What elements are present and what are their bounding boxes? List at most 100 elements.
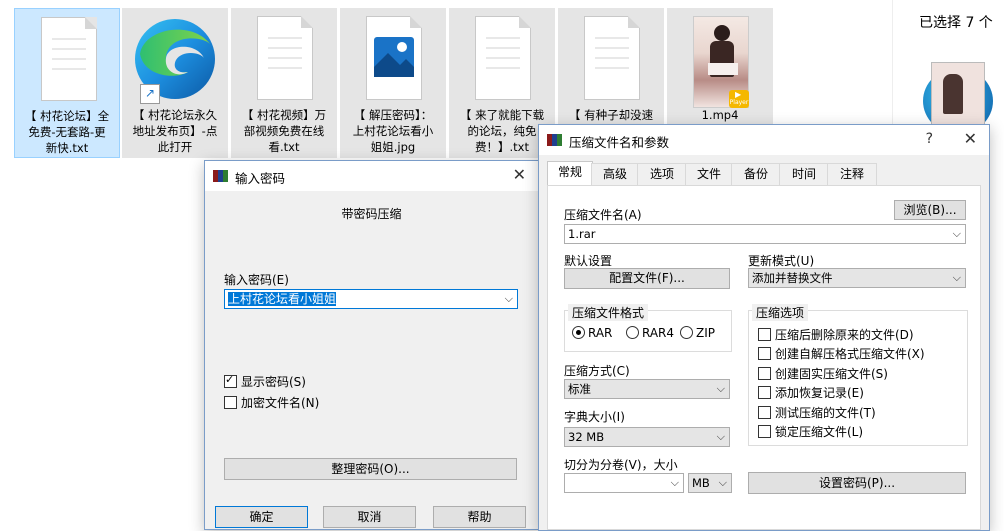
compression-method-label: 压缩方式(C) xyxy=(564,364,630,378)
image-file-icon xyxy=(358,14,428,104)
checkbox-unchecked xyxy=(758,425,771,438)
profiles-button[interactable]: 配置文件(F)... xyxy=(564,268,730,289)
encrypt-filenames-checkbox[interactable]: 加密文件名(N) xyxy=(224,394,319,411)
archive-format-title: 压缩文件格式 xyxy=(568,304,649,321)
archive-options-title: 压缩选项 xyxy=(752,304,809,321)
dictionary-size-value: 32 MB xyxy=(568,430,605,444)
chevron-down-icon[interactable]: ⌵ xyxy=(717,428,725,446)
file-name: 1.mp4 xyxy=(701,108,739,122)
file-item-jpg[interactable]: 【 解压密码】： 上村花论坛看小 姐姐.jpg xyxy=(340,8,446,158)
show-password-checkbox[interactable]: 显示密码(S) xyxy=(224,373,306,390)
option-delete-after[interactable]: 压缩后删除原来的文件(D) xyxy=(758,326,914,343)
option-solid[interactable]: 创建固实压缩文件(S) xyxy=(758,365,888,382)
file-name: 【 解压密码】： 上村花论坛看小 姐姐.jpg xyxy=(352,108,434,154)
checkbox-checked xyxy=(224,373,237,388)
update-mode-select[interactable]: 添加并替换文件 ⌵ xyxy=(748,268,966,288)
dialog-title: 输入密码 xyxy=(235,171,286,186)
split-unit-value: MB xyxy=(692,476,710,490)
chevron-down-icon[interactable]: ⌵ xyxy=(505,290,513,308)
winrar-icon xyxy=(547,133,563,147)
option-label: 创建自解压格式压缩文件(X) xyxy=(775,347,925,361)
close-icon[interactable]: ✕ xyxy=(964,129,977,148)
format-zip-label: ZIP xyxy=(696,326,715,340)
text-file-icon xyxy=(467,14,537,104)
option-label: 锁定压缩文件(L) xyxy=(775,425,864,439)
encrypt-filenames-label: 加密文件名(N) xyxy=(241,396,320,410)
checkbox-unchecked xyxy=(758,367,771,380)
update-mode-label: 更新模式(U) xyxy=(748,254,815,268)
text-file-icon xyxy=(249,14,319,104)
text-file-icon xyxy=(33,15,103,105)
archive-dialog-titlebar: 压缩文件名和参数 ? ✕ xyxy=(539,125,989,155)
format-rar-label: RAR xyxy=(588,326,613,340)
file-name: 【 有种子却没速 xyxy=(568,108,654,122)
dictionary-size-select[interactable]: 32 MB ⌵ xyxy=(564,427,730,447)
format-rar4-radio[interactable]: RAR4 xyxy=(626,326,674,340)
tab-options[interactable]: 选项 xyxy=(637,163,687,186)
option-label: 创建固实压缩文件(S) xyxy=(775,367,888,381)
option-label: 压缩后删除原来的文件(D) xyxy=(775,328,914,342)
player-badge-icon: ▶ Player xyxy=(729,90,749,108)
format-zip-radio[interactable]: ZIP xyxy=(680,326,715,340)
format-rar-radio[interactable]: RAR xyxy=(572,326,612,340)
archive-dialog: 压缩文件名和参数 ? ✕ 常规 高级 选项 文件 备份 时间 注释 压缩文件名(… xyxy=(538,124,990,531)
checkbox-unchecked xyxy=(758,406,771,419)
split-volumes-label: 切分为分卷(V)，大小 xyxy=(564,458,678,472)
chevron-down-icon[interactable]: ⌵ xyxy=(953,269,961,287)
chevron-down-icon[interactable]: ⌵ xyxy=(671,474,679,492)
set-password-button[interactable]: 设置密码(P)... xyxy=(748,472,966,494)
checkbox-unchecked xyxy=(224,396,237,409)
tab-backup[interactable]: 备份 xyxy=(731,163,781,186)
tab-comment[interactable]: 注释 xyxy=(827,163,877,186)
option-test[interactable]: 测试压缩的文件(T) xyxy=(758,404,876,421)
option-label: 测试压缩的文件(T) xyxy=(775,406,876,420)
checkbox-unchecked xyxy=(758,347,771,360)
option-label: 添加恢复记录(E) xyxy=(775,386,864,400)
file-name: 【 村花论坛】全 免费-无套路-更 新快.txt xyxy=(24,109,110,155)
chevron-down-icon[interactable]: ⌵ xyxy=(953,225,961,243)
dialog-title: 压缩文件名和参数 xyxy=(569,135,670,150)
format-rar4-label: RAR4 xyxy=(642,326,675,340)
default-settings-label: 默认设置 xyxy=(564,254,613,268)
radio-unselected xyxy=(680,326,693,339)
file-name: 【 村花视频】万 部视频免费在线 看.txt xyxy=(241,108,327,154)
password-label: 输入密码(E) xyxy=(224,273,289,287)
dialog-heading: 带密码压缩 xyxy=(341,207,402,221)
dictionary-size-label: 字典大小(I) xyxy=(564,410,625,424)
password-text: 上村花论坛看小姐姐 xyxy=(228,292,337,306)
organize-passwords-button[interactable]: 整理密码(O)... xyxy=(224,458,517,480)
file-item-shortcut[interactable]: ↗ 【 村花论坛永久 地址发布页】-点 此打开 xyxy=(122,8,228,158)
option-recovery[interactable]: 添加恢复记录(E) xyxy=(758,384,864,401)
radio-unselected xyxy=(626,326,639,339)
tab-advanced[interactable]: 高级 xyxy=(591,163,639,186)
split-unit-select[interactable]: MB ⌵ xyxy=(688,473,732,493)
winrar-icon xyxy=(213,169,229,183)
option-lock[interactable]: 锁定压缩文件(L) xyxy=(758,423,863,440)
tab-general[interactable]: 常规 xyxy=(547,161,593,187)
video-thumbnail: ▶ Player xyxy=(685,14,755,108)
help-icon[interactable]: ? xyxy=(926,131,933,147)
file-item-txt-1[interactable]: 【 村花论坛】全 免费-无套路-更 新快.txt xyxy=(14,8,120,158)
option-sfx[interactable]: 创建自解压格式压缩文件(X) xyxy=(758,345,925,362)
tab-files[interactable]: 文件 xyxy=(685,163,733,186)
compression-method-value: 标准 xyxy=(568,382,591,396)
shortcut-arrow-icon: ↗ xyxy=(140,84,160,104)
split-size-input[interactable]: ⌵ xyxy=(564,473,684,493)
selection-count: 已选择 7 个 xyxy=(919,15,993,31)
file-item-txt-2[interactable]: 【 村花视频】万 部视频免费在线 看.txt xyxy=(231,8,337,158)
chevron-down-icon[interactable]: ⌵ xyxy=(719,474,727,492)
compression-method-select[interactable]: 标准 ⌵ xyxy=(564,379,730,399)
password-dialog-titlebar: 输入密码 ✕ xyxy=(205,161,538,191)
close-icon[interactable]: ✕ xyxy=(513,165,526,184)
text-file-icon xyxy=(576,14,646,104)
edge-browser-icon: ↗ xyxy=(135,14,215,104)
password-input[interactable]: 上村花论坛看小姐姐 ⌵ xyxy=(224,289,518,309)
checkbox-unchecked xyxy=(758,386,771,399)
archive-name-label: 压缩文件名(A) xyxy=(564,208,642,222)
tab-time[interactable]: 时间 xyxy=(779,163,829,186)
chevron-down-icon[interactable]: ⌵ xyxy=(717,380,725,398)
browse-button[interactable]: 浏览(B)... xyxy=(894,200,966,220)
archive-name-input[interactable]: 1.rar ⌵ xyxy=(564,224,966,244)
password-dialog: 输入密码 ✕ 带密码压缩 输入密码(E) 上村花论坛看小姐姐 ⌵ 显示密码(S)… xyxy=(204,160,539,530)
checkbox-unchecked xyxy=(758,328,771,341)
